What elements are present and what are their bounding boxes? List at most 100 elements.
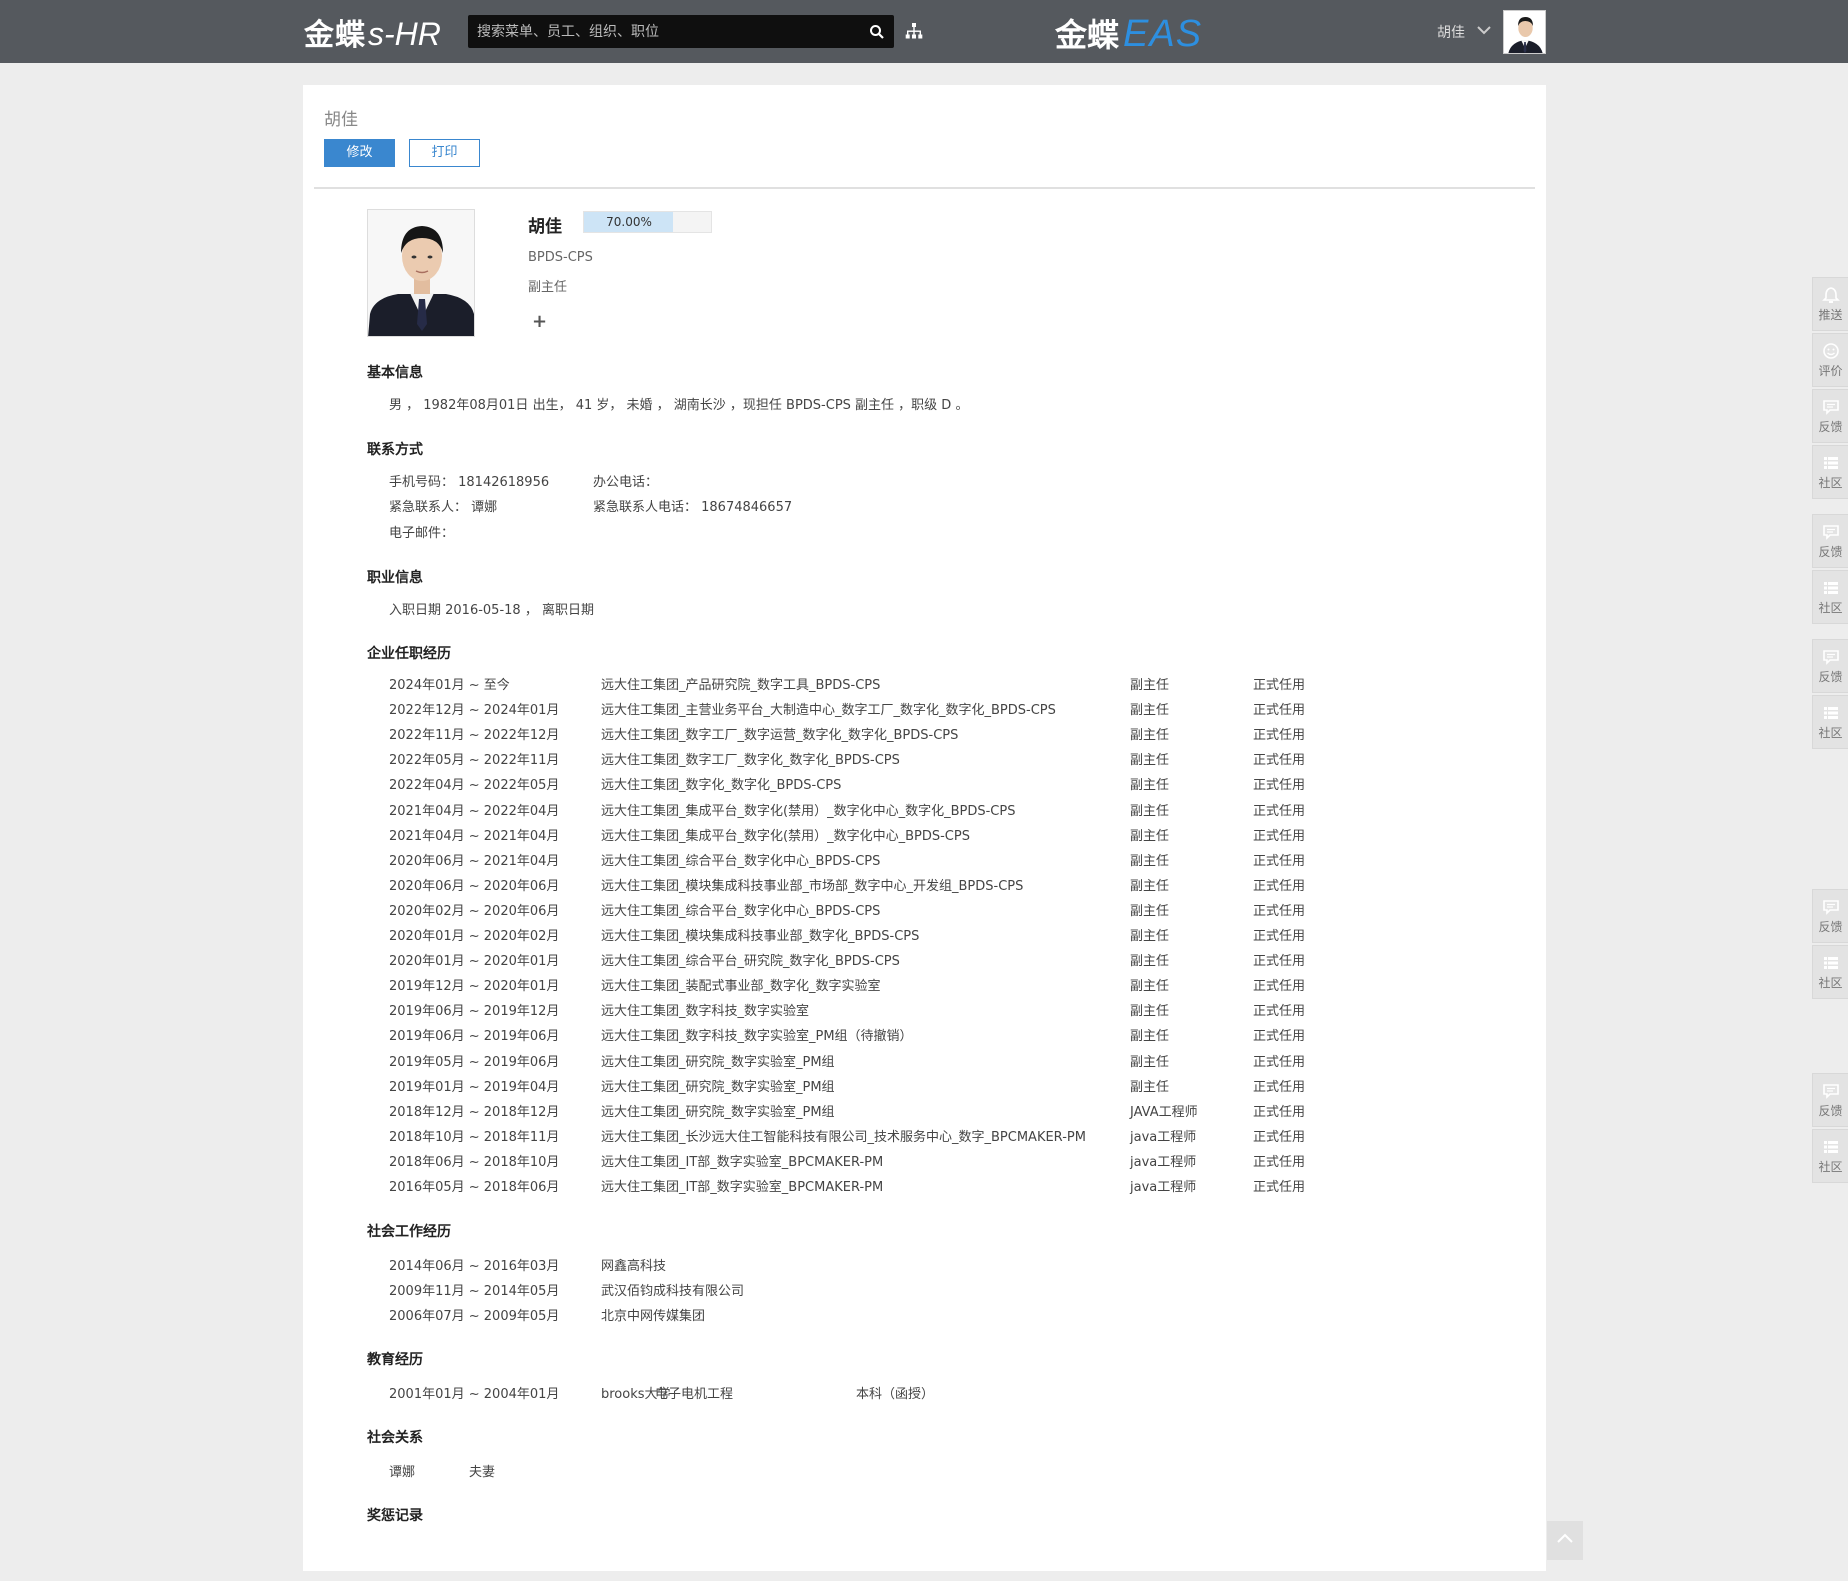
- history-position: 副主任: [1130, 803, 1170, 819]
- push-button[interactable]: 推送: [1812, 277, 1848, 331]
- emergency-phone: 紧急联系人电话： 18674846657: [593, 500, 793, 515]
- history-organization: 远大住工集团_主营业务平台_大制造中心_数字工厂_数字化_数字化_BPDS-CP…: [601, 703, 1056, 719]
- history-employment-type: 正式任用: [1253, 728, 1306, 744]
- history-organization: 远大住工集团_综合平台_研究院_数字化_BPDS-CPS: [601, 954, 900, 970]
- history-employment-type: 正式任用: [1253, 1180, 1306, 1195]
- history-period: 2018年06月 ~ 2018年10月: [389, 1154, 560, 1170]
- history-period: 2016年05月 ~ 2018年06月: [389, 1180, 560, 1195]
- community-button[interactable]: 社区: [1812, 570, 1848, 624]
- feedback-button[interactable]: 反馈: [1812, 389, 1848, 443]
- education-period: 2001年01月 ~ 2004年01月: [389, 1387, 560, 1402]
- feedback-label: 反馈: [1818, 919, 1843, 934]
- list-icon: [1823, 456, 1838, 469]
- history-organization: 远大住工集团_综合平台_数字化中心_BPDS-CPS: [601, 903, 881, 919]
- history-period: 2022年05月 ~ 2022年11月: [389, 753, 560, 769]
- history-employment-type: 正式任用: [1253, 678, 1306, 693]
- history-position: 副主任: [1130, 703, 1170, 719]
- feedback-label: 反馈: [1818, 544, 1843, 559]
- email: 电子邮件：: [389, 526, 455, 541]
- search-input[interactable]: [468, 15, 858, 48]
- search-box: [468, 15, 894, 48]
- history-period: 2020年01月 ~ 2020年01月: [389, 954, 560, 970]
- history-employment-type: 正式任用: [1253, 753, 1306, 769]
- history-period: 2020年01月 ~ 2020年02月: [389, 929, 560, 944]
- community-button[interactable]: 社区: [1812, 945, 1848, 999]
- feedback-label: 反馈: [1818, 1103, 1843, 1118]
- page-title: 胡佳: [324, 110, 358, 130]
- history-employment-type: 正式任用: [1253, 1029, 1306, 1045]
- rate-button[interactable]: 评价: [1812, 333, 1848, 387]
- divider: [314, 187, 1535, 189]
- avatar[interactable]: [1503, 10, 1546, 54]
- history-period: 2019年06月 ~ 2019年06月: [389, 1029, 560, 1045]
- print-button[interactable]: 打印: [409, 139, 480, 167]
- history-position: 副主任: [1130, 954, 1170, 970]
- history-position: java工程师: [1130, 1129, 1197, 1145]
- history-period: 2020年06月 ~ 2021年04月: [389, 853, 560, 869]
- history-employment-type: 正式任用: [1253, 1129, 1306, 1145]
- history-employment-type: 正式任用: [1253, 853, 1306, 869]
- history-employment-type: 正式任用: [1253, 878, 1306, 894]
- profile-card: 胡佳 修改 打印 胡佳 70.00% BPDS-CPS 副主任 + 基本信息 男…: [303, 85, 1546, 1571]
- history-organization: 远大住工集团_数字工厂_数字化_数字化_BPDS-CPS: [601, 753, 900, 769]
- history-organization: 远大住工集团_数字科技_数字实验室_PM组（待撤销）: [601, 1029, 913, 1045]
- history-employment-type: 正式任用: [1253, 703, 1306, 719]
- history-employment-type: 正式任用: [1253, 803, 1306, 819]
- profile-completeness-bar: 70.00%: [583, 211, 712, 233]
- history-organization: 远大住工集团_模块集成科技事业部_数字化_BPDS-CPS: [601, 929, 920, 944]
- community-button[interactable]: 社区: [1812, 1129, 1848, 1183]
- history-organization: 远大住工集团_数字科技_数字实验室: [601, 1004, 810, 1020]
- history-organization: 远大住工集团_IT部_数字实验室_BPCMAKER-PM: [601, 1180, 884, 1195]
- history-organization: 远大住工集团_数字化_数字化_BPDS-CPS: [601, 778, 842, 794]
- community-label: 社区: [1818, 475, 1843, 490]
- history-position: 副主任: [1130, 778, 1170, 794]
- history-position: 副主任: [1130, 678, 1170, 693]
- community-button[interactable]: 社区: [1812, 695, 1848, 749]
- section-basic-info: 基本信息: [367, 365, 423, 381]
- social-company: 武汉佰钧成科技有限公司: [601, 1284, 745, 1300]
- feedback-button[interactable]: 反馈: [1812, 514, 1848, 568]
- back-to-top-button[interactable]: [1547, 1521, 1583, 1560]
- history-employment-type: 正式任用: [1253, 1104, 1306, 1120]
- feedback-button[interactable]: 反馈: [1812, 639, 1848, 693]
- community-label: 社区: [1818, 1159, 1843, 1174]
- feedback-button[interactable]: 反馈: [1812, 1073, 1848, 1127]
- history-period: 2022年11月 ~ 2022年12月: [389, 728, 560, 744]
- history-position: 副主任: [1130, 903, 1170, 919]
- mobile-phone: 手机号码： 18142618956: [389, 475, 550, 490]
- history-employment-type: 正式任用: [1253, 1054, 1306, 1070]
- history-position: 副主任: [1130, 929, 1170, 944]
- bell-icon: [1821, 286, 1840, 303]
- history-period: 2024年01月 ~ 至今: [389, 678, 510, 693]
- shr-logo[interactable]: 金蝶 s-HR: [304, 10, 441, 53]
- list-icon: [1823, 581, 1838, 594]
- community-label: 社区: [1818, 600, 1843, 615]
- basic-info-text: 男 ， 1982年08月01日 出生， 41 岁， 未婚 ， 湖南长沙 ，现担任…: [389, 398, 969, 413]
- employee-department: BPDS-CPS: [528, 250, 593, 265]
- add-icon[interactable]: +: [532, 311, 547, 332]
- history-organization: 远大住工集团_产品研究院_数字工具_BPDS-CPS: [601, 678, 881, 693]
- org-chart-icon[interactable]: [904, 21, 924, 41]
- education-degree: 本科（函授）: [856, 1387, 935, 1402]
- rate-label: 评价: [1818, 363, 1843, 378]
- history-period: 2020年06月 ~ 2020年06月: [389, 878, 560, 894]
- comment-icon: [1822, 899, 1839, 915]
- section-education: 教育经历: [367, 1352, 423, 1368]
- history-organization: 远大住工集团_研究院_数字实验室_PM组: [601, 1104, 835, 1120]
- eas-logo[interactable]: 金蝶 EAS: [1055, 10, 1202, 55]
- chevron-down-icon[interactable]: [1476, 24, 1492, 36]
- history-position: 副主任: [1130, 979, 1170, 995]
- social-company: 网鑫高科技: [601, 1259, 667, 1274]
- community-button[interactable]: 社区: [1812, 445, 1848, 499]
- edit-button[interactable]: 修改: [324, 139, 395, 167]
- history-organization: 远大住工集团_数字工厂_数字运营_数字化_数字化_BPDS-CPS: [601, 728, 959, 744]
- feedback-label: 反馈: [1818, 419, 1843, 434]
- search-icon[interactable]: [868, 23, 886, 41]
- history-organization: 远大住工集团_研究院_数字实验室_PM组: [601, 1054, 835, 1070]
- social-period: 2009年11月 ~ 2014年05月: [389, 1284, 560, 1300]
- employee-position: 副主任: [528, 280, 568, 295]
- feedback-button[interactable]: 反馈: [1812, 889, 1848, 943]
- chevron-up-icon: [1557, 1533, 1573, 1543]
- user-name[interactable]: 胡佳: [1437, 22, 1465, 42]
- logo-en-text: s-HR: [368, 16, 441, 52]
